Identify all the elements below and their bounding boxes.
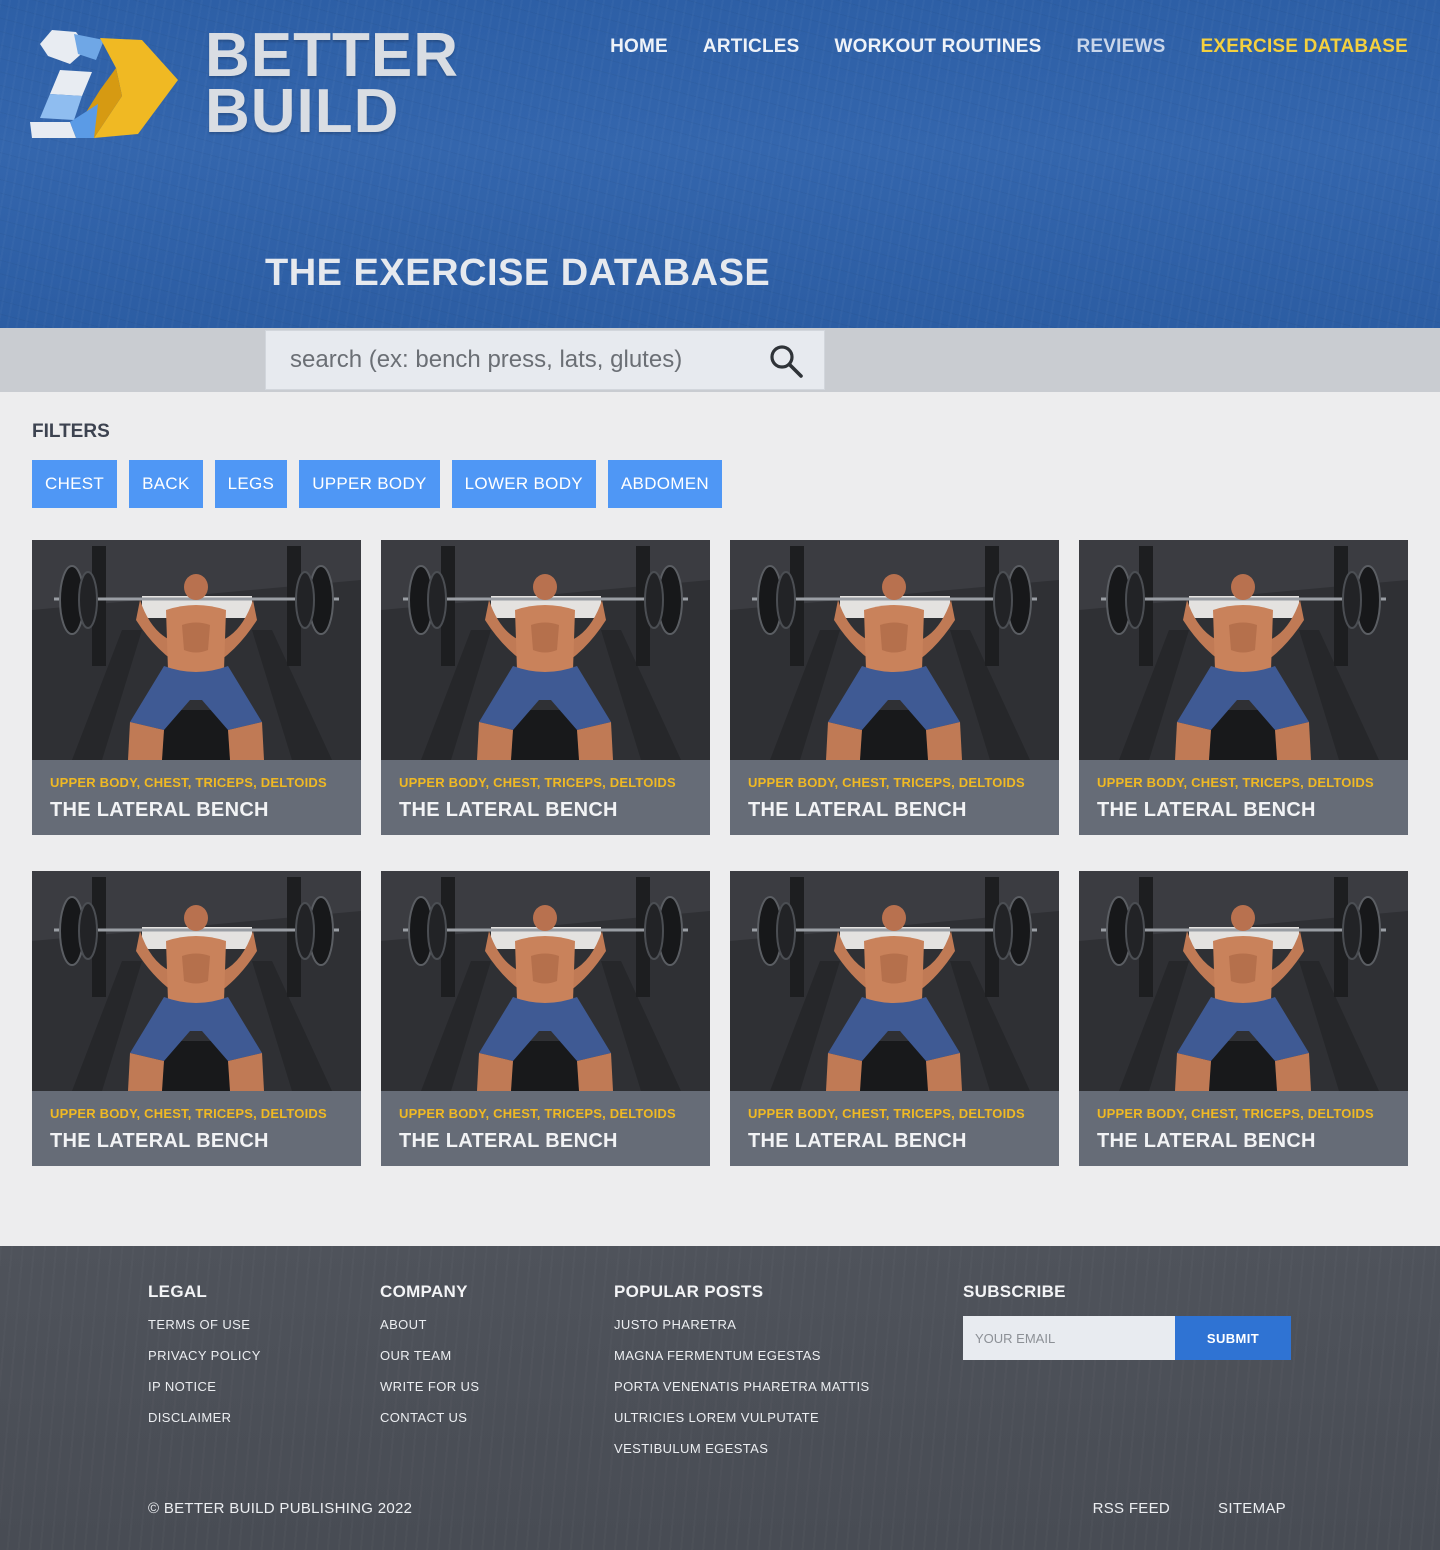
exercise-tags: UPPER BODY, CHEST, TRICEPS, DELTOIDS [50, 1106, 327, 1121]
exercise-card[interactable]: UPPER BODY, CHEST, TRICEPS, DELTOIDS THE… [1079, 871, 1408, 1166]
brand-logo-mark-icon [30, 30, 178, 138]
footer-post-link[interactable]: ULTRICIES LOREM VULPUTATE [614, 1409, 870, 1440]
exercise-image [730, 871, 1059, 1091]
exercise-title: THE LATERAL BENCH [50, 1130, 269, 1152]
exercise-tags: UPPER BODY, CHEST, TRICEPS, DELTOIDS [1097, 1106, 1374, 1121]
search-input[interactable] [290, 331, 760, 389]
footer-link-rss[interactable]: RSS FEED [1093, 1500, 1170, 1517]
footer-link-contact[interactable]: CONTACT US [380, 1409, 479, 1440]
filter-chest[interactable]: CHEST [32, 460, 118, 508]
footer-post-link[interactable]: PORTA VENENATIS PHARETRA MATTIS [614, 1378, 870, 1409]
footer-bottom-links: RSS FEED SITEMAP [1093, 1500, 1286, 1517]
footer-link-about[interactable]: ABOUT [380, 1316, 479, 1347]
site-header: BETTER BUILD HOME ARTICLES WORKOUT ROUTI… [0, 0, 1440, 328]
footer-popular-posts: POPULAR POSTS JUSTO PHARETRA MAGNA FERME… [614, 1282, 870, 1471]
footer-post-link[interactable]: MAGNA FERMENTUM EGESTAS [614, 1347, 870, 1378]
filter-back[interactable]: BACK [129, 460, 203, 508]
footer-legal-heading: LEGAL [148, 1282, 208, 1301]
exercise-card[interactable]: UPPER BODY, CHEST, TRICEPS, DELTOIDS THE… [1079, 540, 1408, 835]
exercise-tags: UPPER BODY, CHEST, TRICEPS, DELTOIDS [399, 775, 676, 790]
exercise-title: THE LATERAL BENCH [748, 799, 967, 821]
exercise-tags: UPPER BODY, CHEST, TRICEPS, DELTOIDS [748, 1106, 1025, 1121]
brand-line-2: BUILD [205, 77, 400, 146]
exercise-card[interactable]: UPPER BODY, CHEST, TRICEPS, DELTOIDS THE… [381, 871, 710, 1166]
nav-exercise-database[interactable]: EXERCISE DATABASE [1200, 36, 1408, 58]
brand-logo[interactable]: BETTER BUILD [30, 21, 470, 148]
exercise-title: THE LATERAL BENCH [399, 799, 618, 821]
exercise-tags: UPPER BODY, CHEST, TRICEPS, DELTOIDS [748, 775, 1025, 790]
exercise-tags: UPPER BODY, CHEST, TRICEPS, DELTOIDS [1097, 775, 1374, 790]
footer-company-heading: COMPANY [380, 1282, 468, 1301]
exercise-tags: UPPER BODY, CHEST, TRICEPS, DELTOIDS [50, 775, 327, 790]
main-nav: HOME ARTICLES WORKOUT ROUTINES REVIEWS E… [610, 36, 1408, 58]
nav-articles[interactable]: ARTICLES [703, 36, 800, 58]
exercise-card[interactable]: UPPER BODY, CHEST, TRICEPS, DELTOIDS THE… [730, 871, 1059, 1166]
exercise-card[interactable]: UPPER BODY, CHEST, TRICEPS, DELTOIDS THE… [730, 540, 1059, 835]
exercise-title: THE LATERAL BENCH [399, 1130, 618, 1152]
filter-lower-body[interactable]: LOWER BODY [451, 460, 596, 508]
brand-line-1: BETTER [205, 21, 459, 90]
exercise-title: THE LATERAL BENCH [50, 799, 269, 821]
exercise-title: THE LATERAL BENCH [748, 1130, 967, 1152]
exercise-image [730, 540, 1059, 760]
footer-link-our-team[interactable]: OUR TEAM [380, 1347, 479, 1378]
footer-link-terms[interactable]: TERMS OF USE [148, 1316, 261, 1347]
footer-company: COMPANY ABOUT OUR TEAM WRITE FOR US CONT… [380, 1282, 479, 1440]
nav-workout-routines[interactable]: WORKOUT ROUTINES [835, 36, 1042, 58]
page-title: THE EXERCISE DATABASE [265, 252, 771, 294]
exercise-card[interactable]: UPPER BODY, CHEST, TRICEPS, DELTOIDS THE… [32, 540, 361, 835]
nav-reviews[interactable]: REVIEWS [1076, 36, 1165, 58]
exercise-title: THE LATERAL BENCH [1097, 799, 1316, 821]
subscribe-submit-button[interactable]: SUBMIT [1175, 1316, 1291, 1360]
exercise-tags: UPPER BODY, CHEST, TRICEPS, DELTOIDS [399, 1106, 676, 1121]
footer-legal: LEGAL TERMS OF USE PRIVACY POLICY IP NOT… [148, 1282, 261, 1440]
subscribe-form: SUBMIT [963, 1316, 1291, 1360]
exercise-card[interactable]: UPPER BODY, CHEST, TRICEPS, DELTOIDS THE… [381, 540, 710, 835]
subscribe-email-input[interactable] [963, 1316, 1175, 1360]
search-icon[interactable] [768, 343, 804, 379]
nav-home[interactable]: HOME [610, 36, 668, 58]
exercise-grid: UPPER BODY, CHEST, TRICEPS, DELTOIDS THE… [32, 540, 1409, 1166]
exercise-image [1079, 540, 1408, 760]
filter-legs[interactable]: LEGS [214, 460, 288, 508]
footer-popular-heading: POPULAR POSTS [614, 1282, 764, 1301]
footer-post-link[interactable]: VESTIBULUM EGESTAS [614, 1440, 870, 1471]
exercise-image [381, 871, 710, 1091]
footer-subscribe: SUBSCRIBE SUBMIT [963, 1282, 1291, 1360]
footer-link-privacy[interactable]: PRIVACY POLICY [148, 1347, 261, 1378]
copyright: © BETTER BUILD PUBLISHING 2022 [148, 1500, 413, 1517]
footer-link-sitemap[interactable]: SITEMAP [1218, 1500, 1286, 1517]
footer-link-ip-notice[interactable]: IP NOTICE [148, 1378, 261, 1409]
exercise-image [1079, 871, 1408, 1091]
filter-upper-body[interactable]: UPPER BODY [299, 460, 440, 508]
exercise-card[interactable]: UPPER BODY, CHEST, TRICEPS, DELTOIDS THE… [32, 871, 361, 1166]
exercise-title: THE LATERAL BENCH [1097, 1130, 1316, 1152]
search-bar [265, 330, 825, 390]
footer-post-link[interactable]: JUSTO PHARETRA [614, 1316, 870, 1347]
brand-wordmark: BETTER BUILD [205, 21, 459, 146]
site-footer: LEGAL TERMS OF USE PRIVACY POLICY IP NOT… [0, 1246, 1440, 1550]
filter-bar: CHEST BACK LEGS UPPER BODY LOWER BODY AB… [32, 460, 722, 508]
footer-link-write-for-us[interactable]: WRITE FOR US [380, 1378, 479, 1409]
filter-abdomen[interactable]: ABDOMEN [607, 460, 722, 508]
filters-heading: FILTERS [32, 421, 110, 442]
footer-link-disclaimer[interactable]: DISCLAIMER [148, 1409, 261, 1440]
exercise-image [381, 540, 710, 760]
exercise-image [32, 540, 361, 760]
exercise-image [32, 871, 361, 1091]
footer-subscribe-heading: SUBSCRIBE [963, 1282, 1066, 1301]
